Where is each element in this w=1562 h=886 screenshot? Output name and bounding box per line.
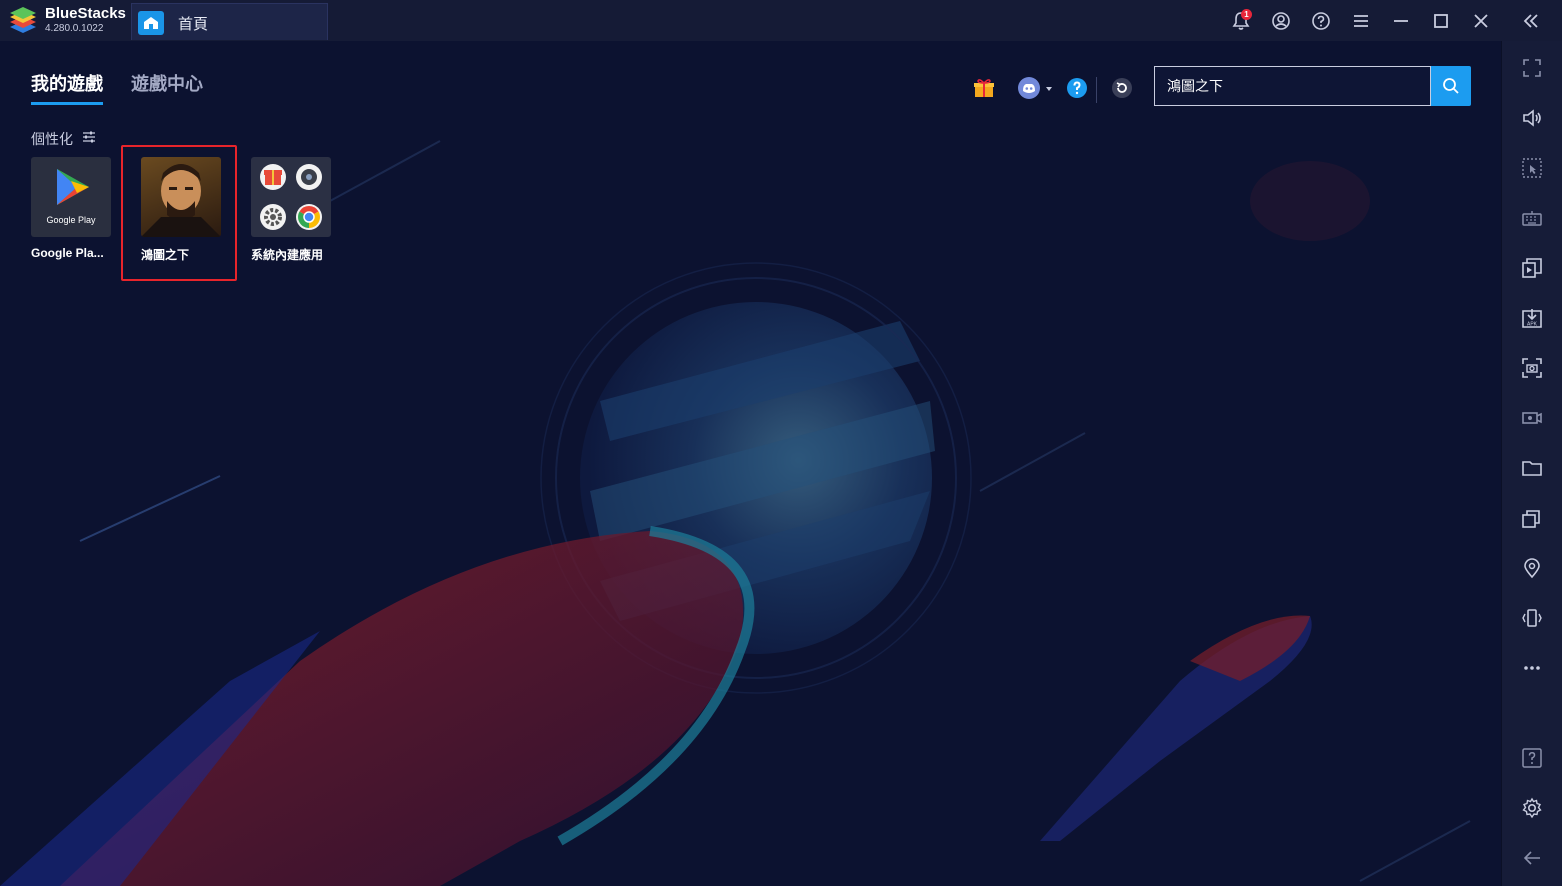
sliders-icon[interactable] [82, 130, 96, 144]
keyboard-icon[interactable] [1521, 207, 1543, 229]
shake-icon[interactable] [1521, 607, 1543, 629]
app-version: 4.280.0.1022 [45, 23, 104, 34]
personalize-label[interactable]: 個性化 [31, 129, 73, 149]
help-circle-icon[interactable] [1066, 77, 1088, 104]
notification-badge: 1 [1241, 9, 1252, 20]
gift-icon[interactable] [973, 77, 995, 104]
main-area: 我的遊戲 遊戲中心 個性化 Google Play Google Pla... [0, 41, 1501, 886]
app-name: BlueStacks [45, 5, 126, 22]
pointer-select-icon[interactable] [1521, 157, 1543, 179]
selection-highlight [121, 145, 237, 281]
settings-icon[interactable] [1521, 797, 1543, 819]
more-icon[interactable] [1521, 657, 1543, 679]
account-icon[interactable] [1270, 10, 1292, 32]
refresh-icon[interactable] [1111, 77, 1133, 104]
google-play-thumb-text: Google Play [46, 215, 96, 225]
tab-my-games[interactable]: 我的遊戲 [31, 70, 103, 105]
svg-text:APK: APK [1527, 322, 1538, 328]
close-icon[interactable] [1470, 10, 1492, 32]
menu-icon[interactable] [1350, 10, 1372, 32]
discord-icon[interactable] [1018, 77, 1054, 104]
system-apps-folder-icon [251, 157, 331, 237]
app-system-apps[interactable]: 系統內建應用 [251, 157, 331, 263]
apk-install-icon[interactable]: APK [1521, 307, 1543, 329]
home-icon [138, 11, 164, 35]
back-arrow-icon[interactable] [1521, 847, 1543, 869]
minimize-icon[interactable] [1390, 10, 1412, 32]
maximize-icon[interactable] [1430, 10, 1452, 32]
multi-window-icon[interactable] [1521, 507, 1543, 529]
volume-icon[interactable] [1521, 107, 1543, 129]
app-google-play[interactable]: Google Play Google Pla... [31, 157, 111, 260]
search-input[interactable]: 鴻圖之下 [1154, 66, 1431, 106]
right-sidebar: APK [1501, 41, 1562, 886]
multi-instance-icon[interactable] [1521, 257, 1543, 279]
help-icon[interactable] [1310, 10, 1332, 32]
help-square-icon[interactable] [1521, 747, 1543, 769]
google-play-icon: Google Play [31, 157, 111, 237]
search-icon [1443, 78, 1459, 94]
search-button[interactable] [1431, 66, 1471, 106]
toolbar-divider [1096, 77, 1097, 103]
fullscreen-icon[interactable] [1521, 57, 1543, 79]
screenshot-icon[interactable] [1521, 357, 1543, 379]
tab-game-center[interactable]: 遊戲中心 [131, 70, 203, 96]
app-label-google-play: Google Pla... [31, 246, 104, 260]
folder-icon[interactable] [1521, 457, 1543, 479]
title-bar: BlueStacks 4.280.0.1022 首頁 1 [0, 0, 1562, 42]
tab-home[interactable]: 首頁 [131, 3, 328, 40]
bluestacks-logo-icon [8, 7, 38, 35]
location-icon[interactable] [1521, 557, 1543, 579]
tab-home-label: 首頁 [178, 16, 209, 33]
app-label-system-apps: 系統內建應用 [251, 248, 324, 262]
record-icon[interactable] [1521, 407, 1543, 429]
collapse-sidebar-icon[interactable] [1519, 10, 1543, 32]
